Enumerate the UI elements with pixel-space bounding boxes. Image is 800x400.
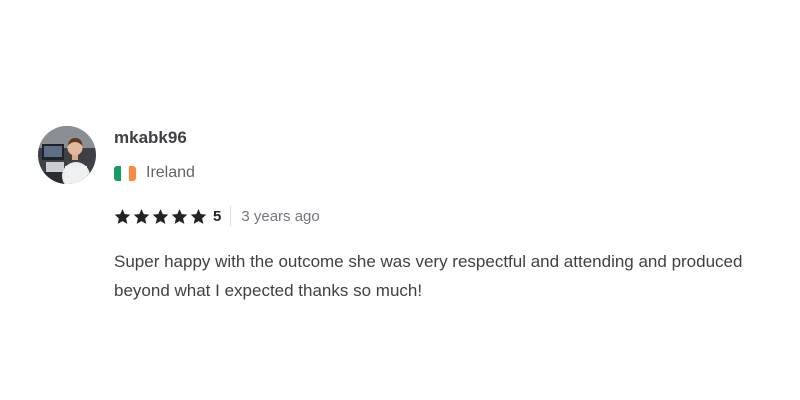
country-name: Ireland xyxy=(146,164,195,181)
star-icon xyxy=(133,208,150,224)
star-icon xyxy=(114,208,131,224)
star-icon xyxy=(152,208,169,224)
avatar[interactable] xyxy=(38,126,96,184)
flag-stripe-orange xyxy=(128,165,136,181)
rating-score: 5 xyxy=(213,207,222,225)
flag-stripe-white xyxy=(121,165,129,181)
divider xyxy=(230,206,232,226)
country-row: Ireland xyxy=(114,163,798,183)
star-rating xyxy=(114,208,207,225)
review-content: mkabk96 Ireland 5 3 years ago Super happ… xyxy=(114,126,798,305)
user-avatar-photo xyxy=(38,126,96,184)
review-time: 3 years ago xyxy=(241,207,320,225)
flag-stripe-green xyxy=(114,165,122,181)
ireland-flag-icon xyxy=(114,165,136,181)
star-icon xyxy=(171,208,188,224)
rating-row: 5 3 years ago xyxy=(114,205,798,227)
star-icon xyxy=(190,208,207,224)
review-text: Super happy with the outcome she was ver… xyxy=(114,252,743,300)
username[interactable]: mkabk96 xyxy=(114,128,798,148)
